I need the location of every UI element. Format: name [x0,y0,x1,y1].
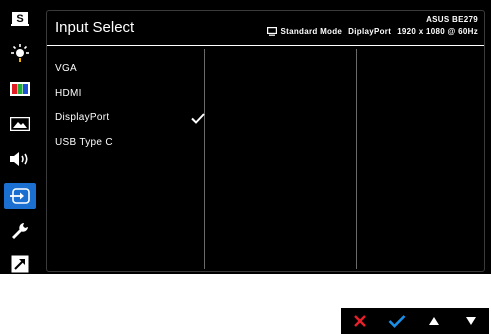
option-displayport[interactable]: DisplayPort [55,106,205,131]
option-usb-type-c[interactable]: USB Type C [55,131,205,156]
sidebar-item-color[interactable] [4,76,36,102]
input-select-icon [10,188,30,204]
title-divider [47,45,484,46]
sidebar-item-splendid[interactable]: S [4,6,36,32]
current-mode: Standard Mode [280,27,343,36]
sidebar-item-input-select[interactable] [4,183,36,209]
image-landscape-icon [10,117,30,131]
column-divider-2 [356,49,357,269]
check-icon [388,315,405,328]
down-button[interactable] [456,308,486,334]
sidebar-item-shortcut[interactable] [4,251,36,277]
option-label: DisplayPort [55,112,110,123]
triangle-down-icon [465,317,476,325]
monitor-icon [267,27,278,36]
status-line: Standard Mode DiplayPort 1920 x 1080 @ 6… [267,27,478,36]
option-hdmi[interactable]: HDMI [55,82,205,107]
input-select-panel: Input Select ASUS BE279 Standard Mode Di… [46,10,485,272]
osd-window: S Input Select ASUS BE279 Standard Mode … [0,0,491,274]
close-button[interactable] [345,308,375,334]
up-button[interactable] [419,308,449,334]
wrench-icon [12,223,28,239]
option-label: HDMI [55,87,82,99]
sidebar-item-system-setup[interactable] [4,218,36,244]
current-resolution: 1920 x 1080 @ 60Hz [397,27,478,36]
svg-text:S: S [16,13,23,25]
blue-light-filter-icon [11,44,29,62]
navigation-key-bar [341,308,489,334]
monitor-model: ASUS BE279 [426,15,478,24]
selected-check-icon [191,113,205,124]
current-input: DiplayPort [348,27,392,36]
speaker-icon [10,152,28,166]
confirm-button[interactable] [382,308,412,334]
sidebar-item-image[interactable] [4,111,36,137]
page-title: Input Select [55,19,135,36]
close-icon [353,315,366,327]
sidebar-item-blue-light[interactable] [4,41,36,67]
osd-sidebar: S [0,0,40,274]
splendid-s-icon: S [11,12,29,26]
sidebar-item-sound[interactable] [4,146,36,172]
color-bars-icon [10,82,30,96]
triangle-up-icon [428,317,439,325]
option-label: VGA [55,63,78,74]
option-label: USB Type C [55,136,113,148]
input-options-list: VGA HDMI DisplayPort USB Type C [55,57,205,155]
option-vga[interactable]: VGA [55,57,205,82]
shortcut-arrow-icon [11,255,29,273]
